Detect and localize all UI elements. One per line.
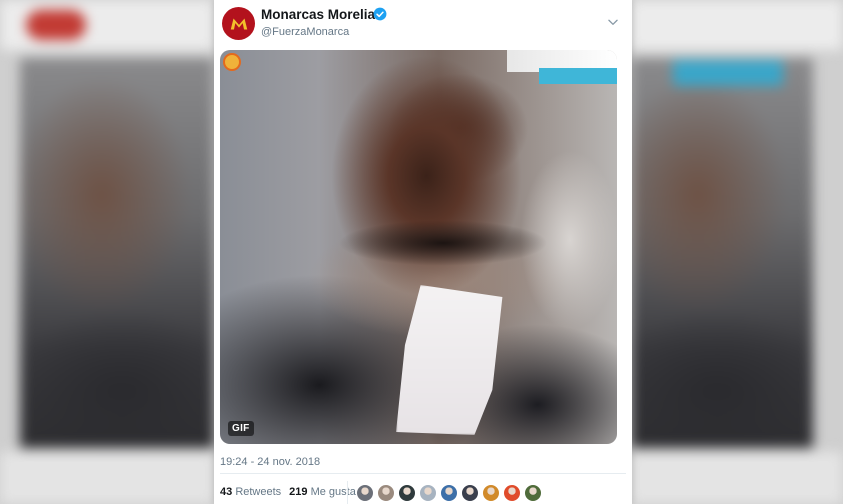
tweet-header: Monarcas Morelia @FuerzaMonarca — [214, 0, 632, 48]
tweet-card: Monarcas Morelia @FuerzaMonarca GIF 19:2… — [214, 0, 632, 504]
stats-separator — [347, 481, 348, 504]
channel-logo-icon — [223, 53, 241, 71]
likes-stat[interactable]: 219 Me gusta — [289, 486, 356, 498]
liker-avatar[interactable] — [377, 484, 395, 502]
verified-badge-icon — [373, 7, 387, 21]
likes-label: Me gusta — [310, 486, 356, 498]
likes-count: 219 — [289, 486, 308, 498]
liker-avatar[interactable] — [482, 484, 500, 502]
blurred-backdrop-right — [631, 0, 843, 504]
chevron-down-icon[interactable] — [606, 15, 620, 29]
tv-caption-strip — [539, 68, 617, 84]
retweets-stat[interactable]: 43 Retweets — [220, 486, 281, 498]
tweet-timestamp[interactable]: 19:24 - 24 nov. 2018 — [220, 456, 320, 468]
display-name[interactable]: Monarcas Morelia — [261, 7, 375, 22]
liker-avatar[interactable] — [524, 484, 542, 502]
liker-avatar[interactable] — [356, 484, 374, 502]
liker-avatar[interactable] — [419, 484, 437, 502]
liker-avatars — [356, 484, 542, 502]
retweets-count: 43 — [220, 486, 233, 498]
liker-avatar[interactable] — [461, 484, 479, 502]
gif-media[interactable]: GIF — [220, 50, 617, 444]
user-handle[interactable]: @FuerzaMonarca — [261, 26, 349, 38]
tweet-stats: 43 Retweets 219 Me gusta — [220, 486, 356, 498]
tissue-paper — [396, 285, 503, 435]
liker-avatar[interactable] — [503, 484, 521, 502]
blurred-backdrop-left — [0, 0, 214, 504]
liker-avatar[interactable] — [440, 484, 458, 502]
profile-avatar[interactable] — [222, 7, 255, 40]
liker-avatar[interactable] — [398, 484, 416, 502]
monarcas-logo-icon — [230, 18, 247, 29]
retweets-label: Retweets — [235, 486, 282, 498]
divider — [220, 473, 626, 474]
gif-badge: GIF — [228, 421, 254, 436]
